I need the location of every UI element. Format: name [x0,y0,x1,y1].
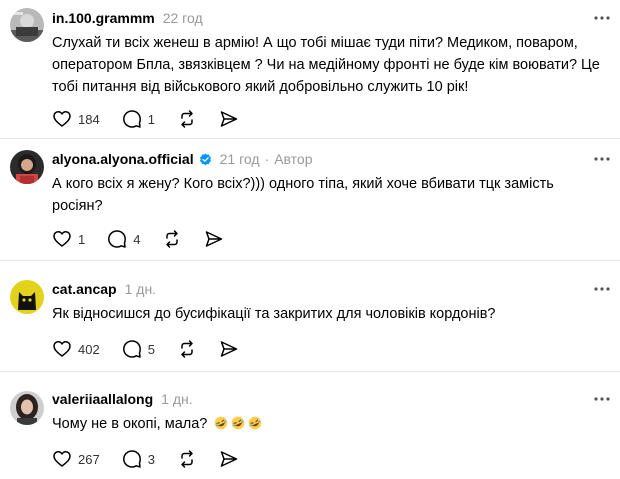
more-icon[interactable] [592,149,612,169]
like-count: 1 [78,231,86,247]
like-count: 184 [78,111,100,127]
share-button[interactable] [219,339,239,359]
avatar-image [10,8,44,42]
heart-icon [53,111,71,127]
verified-badge-icon [199,152,211,165]
avatar[interactable] [10,280,44,314]
more-icon[interactable] [592,8,612,28]
comment-item: valeriiaallalong 1 дн. Чому не в окопі, … [0,372,620,479]
timestamp: 21 год [219,151,260,167]
comment-text: Як відносишся до бусифікації та закритих… [52,306,496,322]
repost-button[interactable] [162,229,182,249]
reply-count: 4 [133,231,141,247]
rolling-on-floor-laughing-icon [249,416,262,430]
separator: · [264,151,270,167]
repost-icon [181,340,193,358]
comment-icon [108,230,127,248]
like-button[interactable]: 1 [52,229,85,249]
username[interactable]: in.100.grammm [52,10,155,26]
timestamp: 22 год [162,10,203,26]
comment-text: Чому не в окопі, мала? [52,413,602,435]
like-count: 267 [78,451,100,467]
rolling-on-floor-laughing-icon [232,416,245,430]
comment-item: cat.ancap 1 дн. Як відносишся до бусифік… [0,261,620,371]
share-button[interactable] [204,229,224,249]
reply-button[interactable]: 5 [122,339,155,359]
avatar[interactable] [10,150,44,184]
repost-button[interactable] [177,449,197,469]
comment-item: alyona.alyona.official 21 год · Автор А … [0,139,620,260]
more-icon[interactable] [592,389,612,409]
avatar-image [10,150,44,184]
avatar-image [10,391,44,425]
comment-icon [122,450,141,468]
send-icon [220,341,238,357]
comment-icon [122,340,141,358]
repost-button[interactable] [177,109,197,129]
comment-item: in.100.grammm 22 год Слухай ти всіх жене… [0,0,620,138]
avatar[interactable] [10,391,44,425]
like-count: 402 [78,341,100,357]
username[interactable]: cat.ancap [52,281,117,297]
repost-icon [181,450,193,468]
avatar-image [10,280,44,314]
reply-button[interactable]: 3 [122,449,155,469]
reply-count: 1 [147,111,155,127]
reply-button[interactable]: 1 [122,109,155,129]
comment-text: А кого всіх я жену? Кого всіх?))) одного… [52,176,554,214]
timestamp: 1 дн. [161,391,193,407]
heart-icon [53,341,71,357]
rolling-on-floor-laughing-icon [215,416,228,430]
heart-icon [53,451,71,467]
repost-icon [166,230,179,248]
username[interactable]: alyona.alyona.official [52,151,194,167]
send-icon [206,231,223,247]
timestamp: 1 дн. [124,281,157,297]
comment-icon [122,110,141,128]
like-button[interactable]: 402 [52,339,100,359]
repost-button[interactable] [177,339,197,359]
like-button[interactable]: 184 [52,109,100,129]
comments-thread: in.100.grammm 22 год Слухай ти всіх жене… [0,0,620,479]
share-button[interactable] [219,449,239,469]
like-button[interactable]: 267 [52,449,100,469]
more-icon[interactable] [592,279,612,299]
heart-icon [53,231,71,247]
reply-button[interactable]: 4 [107,229,140,249]
send-icon [220,111,238,127]
repost-icon [181,110,193,128]
comment-text: Слухай ти всіх женеш в армію! А що тобі … [52,35,600,95]
author-tag: Автор [274,151,313,167]
comment-text-content: Чому не в окопі, мала? [52,416,208,432]
share-button[interactable] [219,109,239,129]
username[interactable]: valeriiaallalong [52,391,153,407]
reply-count: 5 [147,341,155,357]
send-icon [220,451,238,467]
avatar[interactable] [10,8,44,42]
reply-count: 3 [147,451,155,467]
